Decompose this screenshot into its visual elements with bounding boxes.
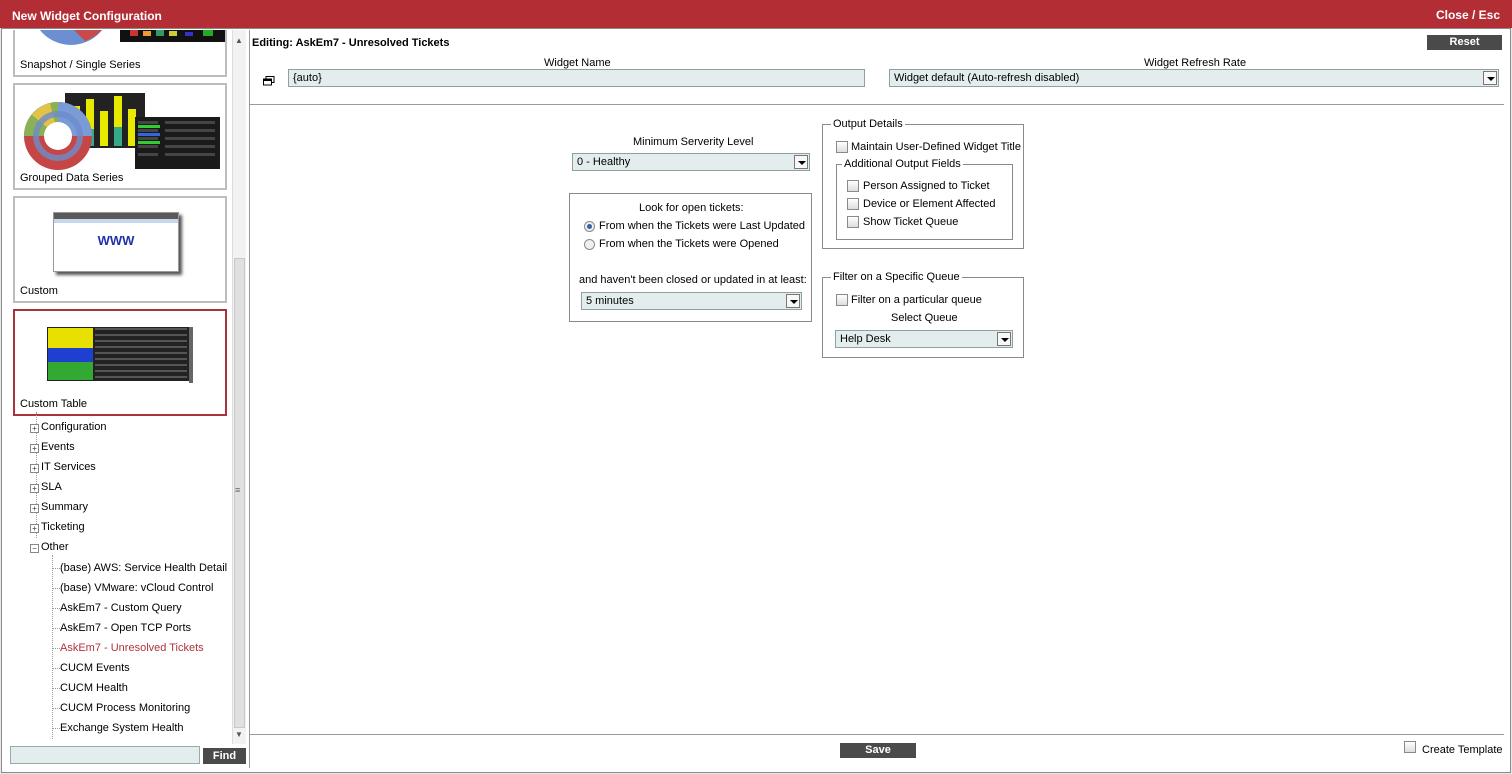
radio-last-updated-label: From when the Tickets were Last Updated [599,220,806,232]
widget-type-panel: Snapshot / Single Series Grouped Data Se… [8,30,248,740]
chevron-down-icon[interactable] [786,294,800,308]
left-scrollbar[interactable]: ▲ ≡ ▼ [232,30,246,744]
filter-particular-label: Filter on a particular queue [851,294,982,306]
tree-node-other[interactable]: − Other [30,541,69,555]
chevron-down-icon[interactable] [794,155,808,169]
scroll-down-arrow[interactable]: ▼ [235,730,243,739]
chevron-down-icon[interactable] [1483,71,1497,85]
device-affected-label: Device or Element Affected [863,198,996,210]
grip-icon: ≡ [235,485,241,495]
interval-select[interactable]: 5 minutes [581,292,802,310]
tree-leaf-askem7-open-tcp[interactable]: AskEm7 - Open TCP Ports [60,622,191,634]
maintain-title-label: Maintain User-Defined Widget Title [851,141,1021,153]
grouped-data-thumbnail [24,93,220,170]
tile-caption: Custom Table [20,398,88,410]
filter-queue-box: Filter on a Specific Queue Filter on a p… [822,271,1024,358]
custom-table-thumbnail [47,327,193,383]
min-severity-select[interactable]: 0 - Healthy [572,153,810,171]
output-details-box: Output Details Maintain User-Defined Wid… [822,118,1024,249]
tree-leaf-cucm-process-monitoring[interactable]: CUCM Process Monitoring [60,702,190,714]
min-severity-label: Minimum Serverity Level [633,136,754,148]
radio-opened-label: From when the Tickets were Opened [599,238,779,250]
chevron-down-icon[interactable] [997,332,1011,346]
additional-fields-legend: Additional Output Fields [842,158,963,170]
tile-custom[interactable]: WWW Custom [13,196,227,303]
maintain-title-checkbox[interactable] [836,141,848,153]
tile-custom-table[interactable]: Custom Table [13,309,227,416]
title-bar: New Widget Configuration Close / Esc [0,0,1512,28]
tree-leaf-askem7-unresolved-tickets[interactable]: AskEm7 - Unresolved Tickets [60,642,204,654]
expand-icon[interactable]: + [30,524,39,533]
editor-header: Editing: AskEm7 - Unresolved Tickets [252,37,450,49]
widget-name-label: Widget Name [544,57,611,69]
tree-node-ticketing[interactable]: + Ticketing [30,521,85,535]
device-affected-checkbox[interactable] [847,198,859,210]
tree-leaf-aws-service-health[interactable]: (base) AWS: Service Health Detail [60,562,227,574]
select-queue-label: Select Queue [891,312,958,324]
tree-node-configuration[interactable]: + Configuration [30,421,106,435]
tile-snapshot-single-series[interactable]: Snapshot / Single Series [13,30,227,77]
create-template-label: Create Template [1422,744,1503,756]
expand-icon[interactable]: + [30,484,39,493]
close-button[interactable]: Close / Esc [1436,8,1500,22]
tree-node-sla[interactable]: + SLA [30,481,62,495]
tree-node-it-services[interactable]: + IT Services [30,461,96,475]
radio-opened[interactable] [584,239,595,250]
scroll-up-arrow[interactable]: ▲ [235,36,243,45]
tree-node-events[interactable]: + Events [30,441,75,455]
open-tickets-box: Look for open tickets: From when the Tic… [569,193,812,322]
find-input[interactable] [10,746,200,764]
expand-icon[interactable]: + [30,464,39,473]
footer-divider [250,734,1504,735]
tree-leaf-exchange-system-health[interactable]: Exchange System Health [60,722,184,734]
filter-queue-checkbox[interactable] [836,294,848,306]
expand-icon[interactable]: + [30,504,39,513]
filter-queue-legend: Filter on a Specific Queue [831,271,962,283]
editor-panel: Editing: AskEm7 - Unresolved Tickets Res… [249,30,1504,768]
widget-name-field[interactable]: {auto} [288,69,865,87]
person-assigned-label: Person Assigned to Ticket [863,180,990,192]
create-template-checkbox[interactable] [1404,741,1416,753]
show-queue-checkbox[interactable] [847,216,859,228]
snapshot-thumbnail [39,30,225,45]
reset-button[interactable]: Reset [1427,35,1502,50]
expand-icon[interactable]: + [30,444,39,453]
tree-leaf-askem7-custom-query[interactable]: AskEm7 - Custom Query [60,602,182,614]
queue-select[interactable]: Help Desk [835,330,1013,348]
refresh-rate-label: Widget Refresh Rate [1144,57,1247,69]
look-for-label: Look for open tickets: [639,202,744,214]
output-details-legend: Output Details [831,118,905,130]
tree-leaf-cucm-events[interactable]: CUCM Events [60,662,130,674]
additional-fields-box: Additional Output Fields Person Assigned… [836,158,1013,240]
refresh-rate-select[interactable]: Widget default (Auto-refresh disabled) [889,69,1499,87]
tile-caption: Custom [20,285,58,297]
browser-thumbnail: WWW [53,212,179,272]
find-button[interactable]: Find [203,748,246,764]
not-closed-label: and haven't been closed or updated in at… [579,274,807,286]
expand-icon[interactable]: + [30,424,39,433]
window-title: New Widget Configuration [12,9,162,23]
save-button[interactable]: Save [840,743,916,758]
tile-caption: Snapshot / Single Series [20,59,141,71]
show-queue-label: Show Ticket Queue [863,216,959,228]
tree-leaf-vmware-vcloud[interactable]: (base) VMware: vCloud Control [60,582,213,594]
tile-caption: Grouped Data Series [20,172,124,184]
collapse-icon[interactable]: − [30,544,39,553]
tree-node-summary[interactable]: + Summary [30,501,88,515]
radio-last-updated[interactable] [584,221,595,232]
www-label: WWW [97,233,135,248]
tree-leaf-cucm-health[interactable]: CUCM Health [60,682,128,694]
restore-window-icon[interactable] [263,76,275,86]
header-divider [250,104,1504,105]
tile-grouped-data-series[interactable]: Grouped Data Series [13,83,227,190]
person-assigned-checkbox[interactable] [847,180,859,192]
